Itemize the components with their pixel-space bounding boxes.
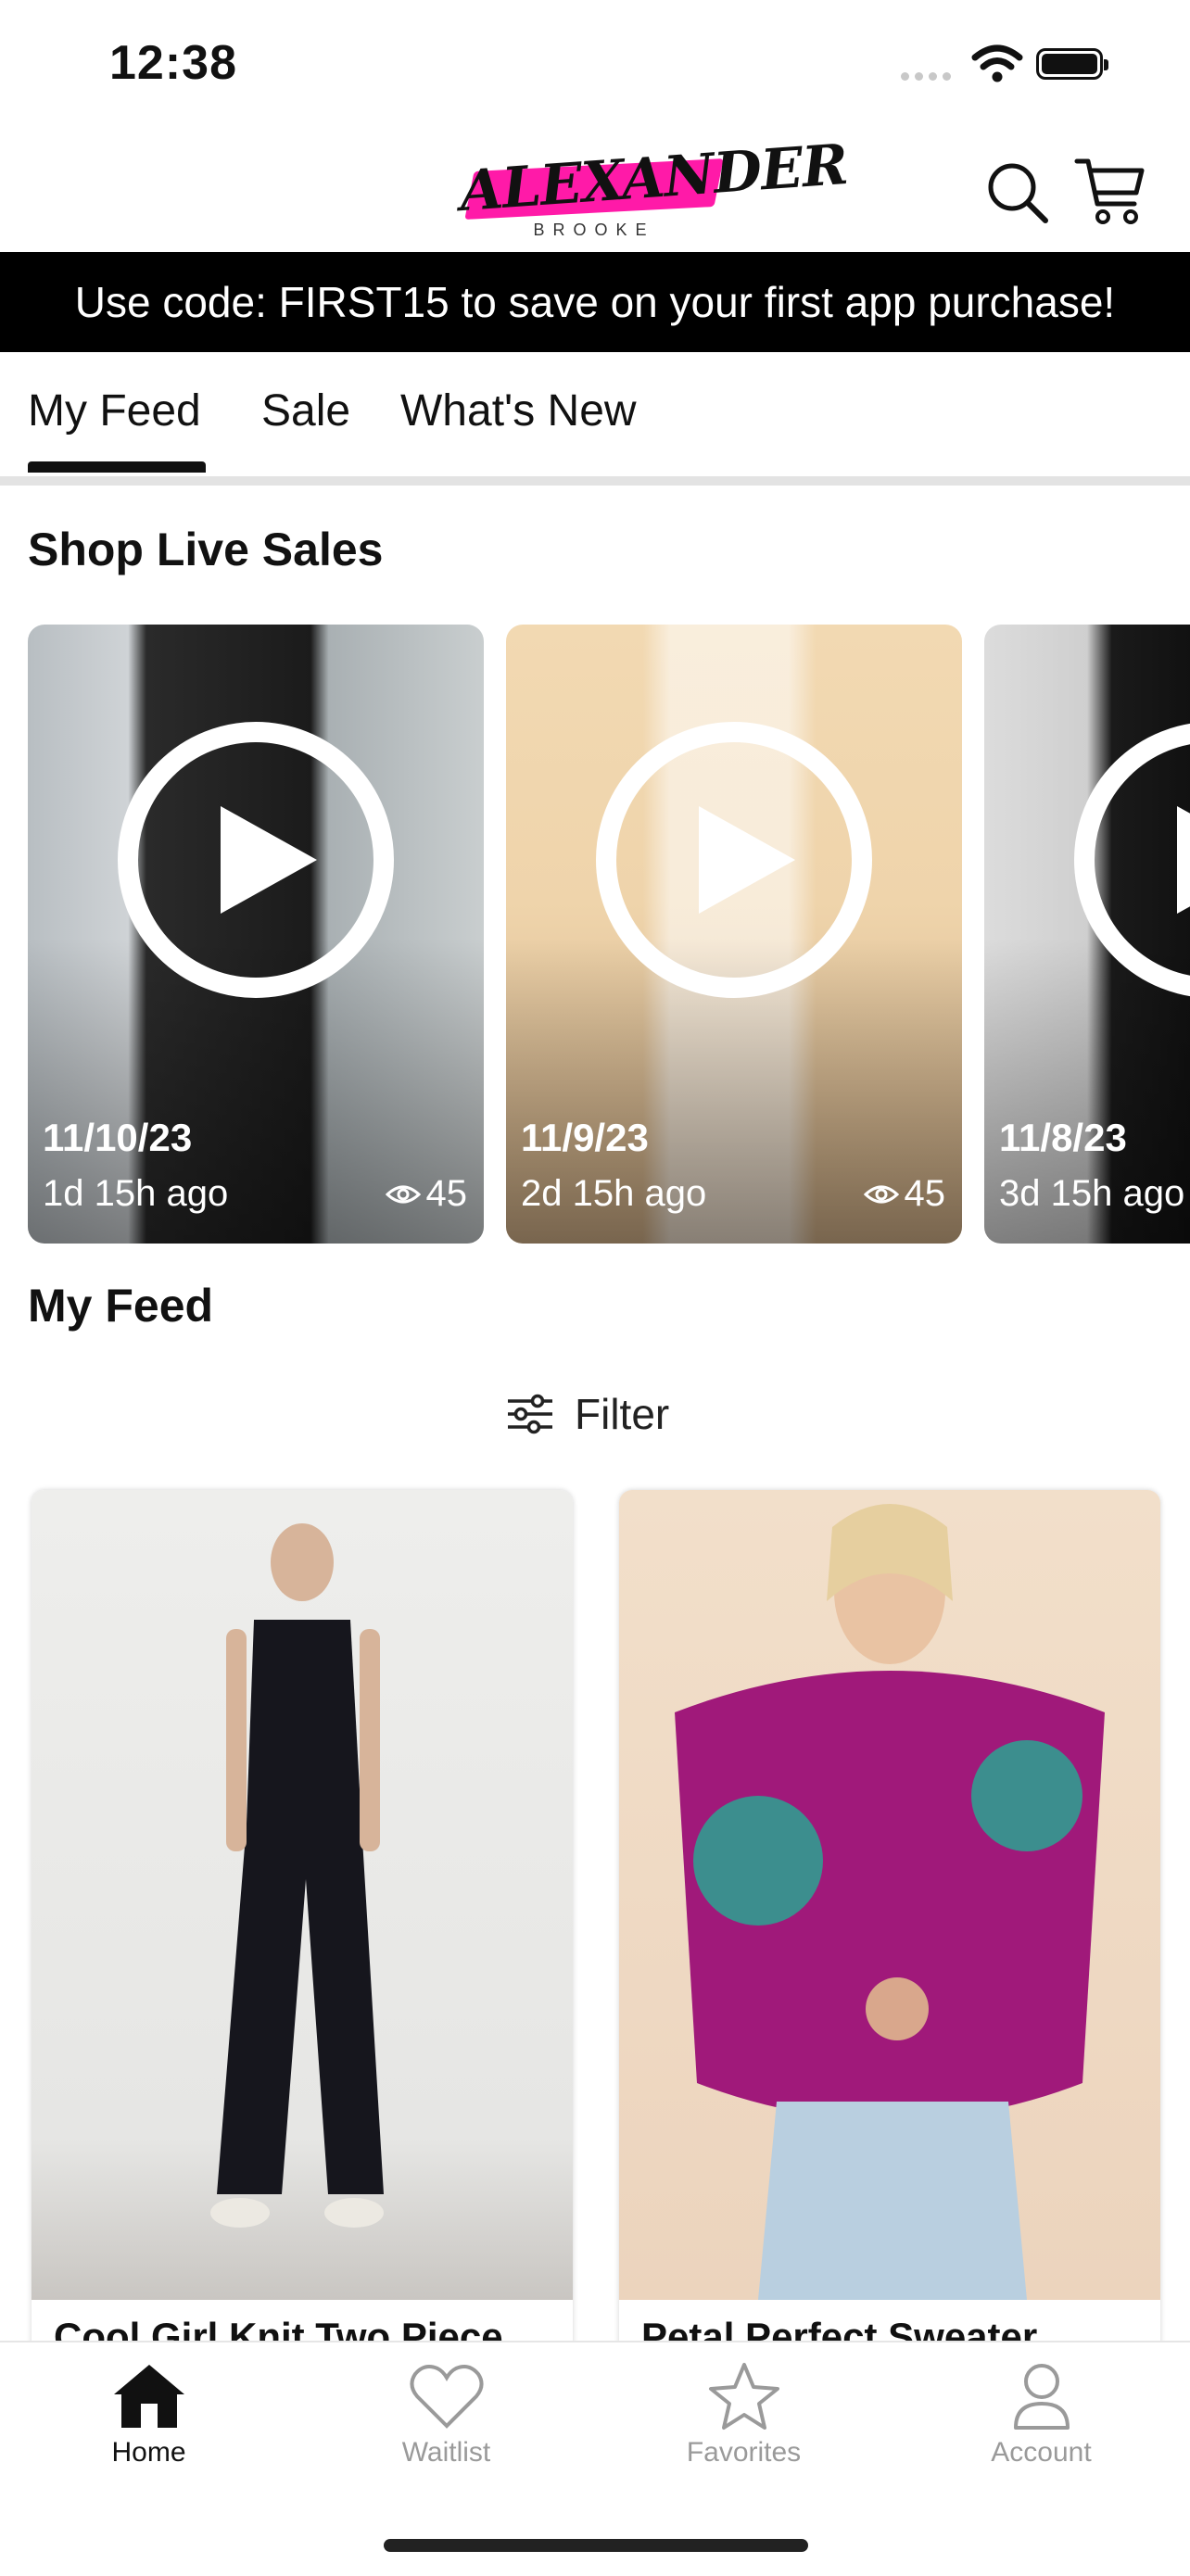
logo-wordmark: ALEXANDER	[457, 132, 850, 225]
play-icon	[118, 722, 394, 998]
live-sale-date: 11/10/23	[43, 1116, 193, 1159]
cart-button[interactable]	[1073, 154, 1147, 228]
product-card[interactable]: Petal Perfect Sweater	[619, 1490, 1160, 2380]
tab-whats-new[interactable]: What's New	[400, 385, 637, 436]
brand-logo[interactable]: ALEXANDER BROOKE	[457, 132, 850, 250]
tabbar-home-label: Home	[111, 2437, 186, 2468]
view-count: 45	[425, 1173, 468, 1214]
status-bar: 12:38	[0, 0, 1190, 130]
tabbar-waitlist-label: Waitlist	[401, 2437, 491, 2468]
star-icon	[708, 2363, 779, 2430]
home-indicator	[384, 2539, 808, 2552]
status-time: 12:38	[109, 36, 237, 90]
live-sale-date: 11/8/23	[999, 1116, 1127, 1159]
model-silhouette	[675, 1504, 1105, 2300]
active-tab-indicator	[28, 461, 206, 473]
live-sale-views: 45	[385, 1173, 468, 1215]
live-sale-time-ago: 1d 15h ago	[43, 1173, 229, 1214]
live-sale-date: 11/9/23	[521, 1116, 649, 1159]
battery-icon	[1036, 48, 1108, 80]
play-icon	[1074, 723, 1190, 997]
promo-text: Use code: FIRST15 to save on your first …	[74, 278, 1116, 326]
live-sale-card[interactable]: 11/10/23 1d 15h ago 45	[28, 625, 484, 1244]
live-sale-card[interactable]: 11/8/23 3d 15h ago	[984, 625, 1190, 1244]
wifi-icon	[971, 44, 1023, 82]
app-header: ALEXANDER BROOKE	[0, 130, 1190, 252]
tabbar-waitlist[interactable]: Waitlist	[298, 2361, 595, 2469]
view-count: 45	[904, 1173, 946, 1214]
tabbar-account[interactable]: Account	[892, 2361, 1190, 2469]
tab-my-feed[interactable]: My Feed	[28, 385, 201, 436]
product-image	[32, 1490, 573, 2300]
feed-tabs: My Feed Sale What's New	[0, 352, 1190, 489]
tabbar-account-label: Account	[991, 2437, 1092, 2468]
live-sale-card[interactable]: 11/9/23 2d 15h ago 45	[506, 625, 962, 1244]
filter-label: Filter	[575, 1390, 670, 1438]
tabbar-favorites[interactable]: Favorites	[595, 2361, 892, 2469]
tab-sale[interactable]: Sale	[261, 385, 350, 436]
filter-sliders-icon	[508, 1394, 552, 1434]
product-image	[619, 1490, 1160, 2300]
eye-icon	[385, 1185, 421, 1203]
model-silhouette	[210, 1523, 384, 2228]
home-icon	[113, 2365, 184, 2428]
person-icon	[1013, 2364, 1070, 2430]
search-icon	[988, 163, 1048, 223]
search-button[interactable]	[982, 158, 1053, 228]
cart-icon	[1074, 158, 1145, 224]
tabbar-favorites-label: Favorites	[686, 2437, 802, 2468]
filter-button[interactable]: Filter	[506, 1386, 669, 1442]
logo-subtitle: BROOKE	[533, 221, 655, 239]
tabbar-home[interactable]: Home	[0, 2361, 298, 2469]
eye-icon	[863, 1185, 899, 1203]
tabs-divider	[0, 476, 1190, 486]
live-sale-time-ago: 2d 15h ago	[521, 1173, 707, 1214]
promo-banner[interactable]: Use code: FIRST15 to save on your first …	[0, 252, 1190, 352]
play-icon	[596, 722, 872, 998]
live-sale-views: 45	[863, 1173, 946, 1215]
live-sales-title: Shop Live Sales	[28, 524, 384, 575]
live-sale-time-ago: 3d 15h ago	[999, 1173, 1185, 1214]
feed-title: My Feed	[28, 1280, 214, 1332]
product-card[interactable]: Cool Girl Knit Two Piece	[32, 1490, 573, 2380]
cellular-signal-icon	[901, 72, 951, 81]
heart-icon	[410, 2365, 483, 2429]
